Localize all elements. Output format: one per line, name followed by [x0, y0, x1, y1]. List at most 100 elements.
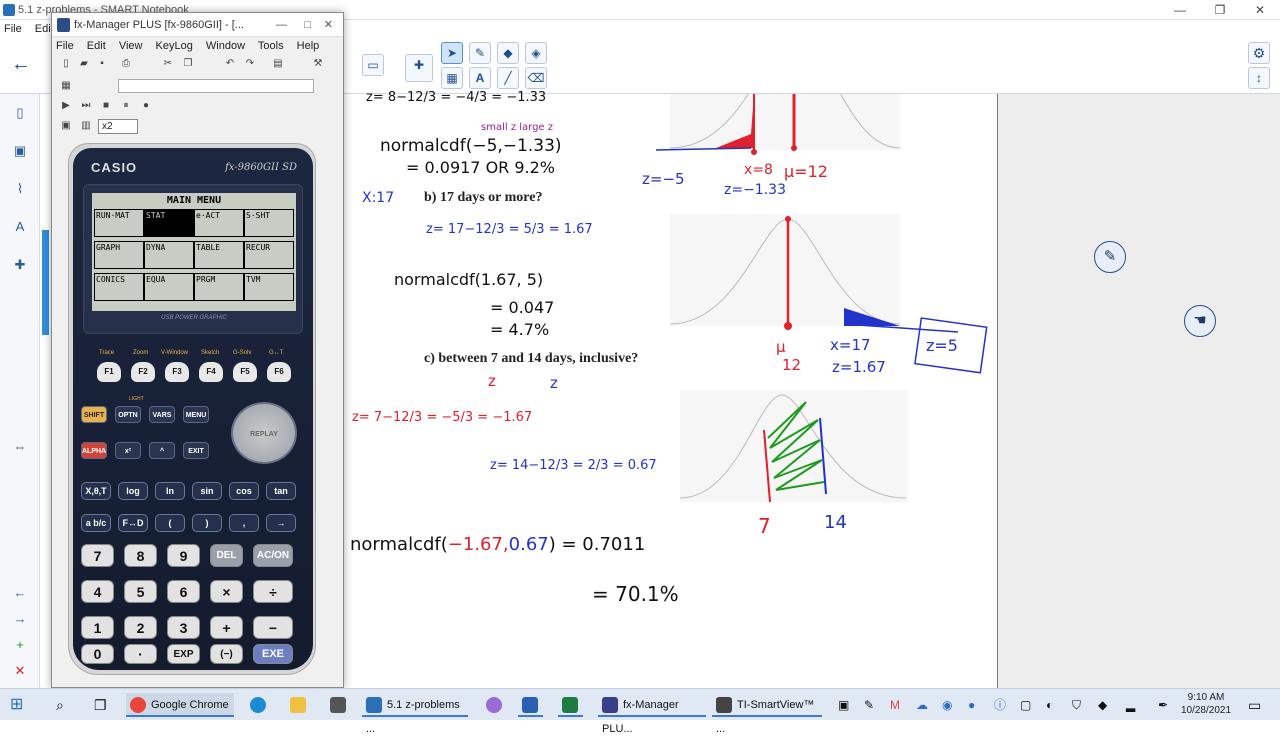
toolbar-position-icon[interactable]: ↕: [1248, 67, 1270, 89]
key-4[interactable]: 4: [81, 580, 114, 603]
menu-cell-conics[interactable]: CONICS: [94, 273, 144, 301]
redo-icon[interactable]: ↷: [242, 57, 258, 71]
menu-cell-equa[interactable]: EQUA: [144, 273, 194, 301]
menu-cell-graph[interactable]: GRAPH: [94, 241, 144, 269]
key-7[interactable]: 7: [81, 544, 114, 567]
tray-icon-3[interactable]: ◉: [938, 693, 952, 717]
shift-key[interactable]: SHIFT: [81, 406, 107, 423]
tray-icon-1[interactable]: ▣: [834, 693, 849, 717]
next-page-icon[interactable]: →: [9, 608, 31, 630]
add-page-icon[interactable]: +: [9, 634, 31, 656]
zoom-tray-icon[interactable]: ●: [964, 693, 975, 717]
taskbar-chrome[interactable]: Google Chrome: [126, 693, 234, 717]
sin-key[interactable]: sin: [192, 482, 222, 500]
pen-icon[interactable]: ✒: [1154, 693, 1168, 717]
alpha-key[interactable]: ALPHA: [81, 442, 107, 459]
text-tool-icon[interactable]: A: [469, 67, 491, 89]
fx-maximize-button[interactable]: □: [304, 13, 311, 37]
cos-key[interactable]: cos: [229, 482, 259, 500]
network-icon[interactable]: ▂: [1122, 693, 1135, 717]
notification-icon[interactable]: ▭: [1244, 693, 1261, 717]
previous-page-icon[interactable]: ←: [9, 582, 31, 604]
cut-icon[interactable]: ✂: [160, 57, 176, 71]
store-icon[interactable]: [326, 693, 351, 717]
addons-icon[interactable]: ✚: [9, 254, 31, 276]
key-8[interactable]: 8: [124, 544, 157, 567]
line-tool-icon[interactable]: ╱: [497, 67, 519, 89]
taskbar-smart-notebook[interactable]: 5.1 z-problems ...: [362, 693, 468, 735]
f5-key[interactable]: F5: [233, 362, 257, 382]
f3-key[interactable]: F3: [165, 362, 189, 382]
power-key[interactable]: ^: [149, 442, 175, 459]
dropbox-icon[interactable]: ◆: [1094, 693, 1107, 717]
zoom-select[interactable]: x2: [98, 119, 138, 134]
record-icon[interactable]: ●: [138, 99, 154, 113]
task-view-icon[interactable]: ❐: [90, 693, 107, 717]
key-1[interactable]: 1: [81, 616, 114, 639]
fx-menu-window[interactable]: Window: [206, 40, 245, 52]
multiply-key[interactable]: ×: [210, 580, 243, 603]
plus-key[interactable]: +: [210, 616, 243, 639]
optn-key[interactable]: OPTN: [115, 406, 141, 423]
key-0[interactable]: 0: [81, 644, 114, 664]
select-tool-icon[interactable]: ➤: [441, 42, 463, 64]
minimize-button[interactable]: —: [1160, 0, 1200, 20]
gear-icon[interactable]: ⚙: [1248, 42, 1270, 64]
hand-cursor-icon[interactable]: ☚: [1184, 305, 1216, 337]
app-icon[interactable]: [482, 693, 507, 717]
tray-icon-4[interactable]: ▢: [1016, 693, 1031, 717]
f2-key[interactable]: F2: [131, 362, 155, 382]
divide-key[interactable]: ÷: [253, 580, 293, 603]
taskbar-ti-smartview[interactable]: TI-SmartView™ ...: [712, 693, 822, 735]
exp-key[interactable]: EXP: [167, 644, 200, 664]
f1-key[interactable]: F1: [97, 362, 121, 382]
ac-on-key[interactable]: AC/ON: [253, 544, 293, 567]
shield-icon[interactable]: ⛉: [1068, 693, 1081, 717]
fx-minimize-button[interactable]: —: [276, 13, 287, 37]
play-icon[interactable]: ▶: [58, 99, 74, 113]
store-key[interactable]: →: [266, 514, 296, 532]
fx-menu-file[interactable]: File: [56, 40, 74, 52]
vars-key[interactable]: VARS: [149, 406, 175, 423]
word-icon[interactable]: [518, 693, 543, 717]
menu-cell-tvm[interactable]: TVM: [244, 273, 294, 301]
clock[interactable]: 9:10 AM 10/28/2021: [1178, 691, 1234, 717]
menu-cell-recur[interactable]: RECUR: [244, 241, 294, 269]
search-icon[interactable]: ⌕: [52, 693, 64, 717]
delete-page-icon[interactable]: ✕: [9, 660, 31, 682]
shapes-tool-icon[interactable]: ◆: [497, 42, 519, 64]
windows-start-icon[interactable]: ⊞: [6, 693, 23, 717]
xtheta-key[interactable]: X,θ,T: [81, 482, 111, 500]
gmail-icon[interactable]: M: [886, 693, 900, 717]
screen-icon[interactable]: ▥: [78, 119, 94, 133]
menu-cell-prgm[interactable]: PRGM: [194, 273, 244, 301]
page-sorter-icon[interactable]: ▯: [9, 102, 31, 124]
notebook-page[interactable]: z= 8−12/3 = −4/3 = −1.33 small z large z…: [346, 90, 998, 688]
onedrive-icon[interactable]: ☁: [912, 693, 928, 717]
pen-tool-icon[interactable]: ✎: [469, 42, 491, 64]
stop-icon[interactable]: ■: [98, 99, 114, 113]
fx-close-button[interactable]: ✕: [324, 13, 333, 37]
emulator-icon[interactable]: ▣: [58, 119, 74, 133]
add-on-icon[interactable]: ✚: [405, 54, 433, 82]
negative-key[interactable]: (−): [210, 644, 243, 664]
table-tool-icon[interactable]: ▦: [441, 67, 463, 89]
properties-icon[interactable]: A: [9, 216, 31, 238]
log-key[interactable]: log: [118, 482, 148, 500]
print-icon[interactable]: ⎙: [118, 57, 134, 71]
undo-icon[interactable]: ↶: [222, 57, 238, 71]
fd-key[interactable]: F↔D: [118, 514, 148, 532]
key-6[interactable]: 6: [167, 580, 200, 603]
tray-icon-2[interactable]: ✎: [860, 693, 874, 717]
close-paren-key[interactable]: ): [192, 514, 222, 532]
key-9[interactable]: 9: [167, 544, 200, 567]
key-5[interactable]: 5: [124, 580, 157, 603]
exit-key[interactable]: EXIT: [183, 442, 209, 459]
pause-icon[interactable]: ⏸: [118, 99, 134, 113]
excel-icon[interactable]: [558, 693, 583, 717]
tan-key[interactable]: tan: [266, 482, 296, 500]
fx-menu-help[interactable]: Help: [297, 40, 320, 52]
menu-cell-run-mat[interactable]: RUN·MAT: [94, 209, 144, 237]
screen-capture-icon[interactable]: ▤: [270, 57, 286, 71]
menu-cell-dyna[interactable]: DYNA: [144, 241, 194, 269]
